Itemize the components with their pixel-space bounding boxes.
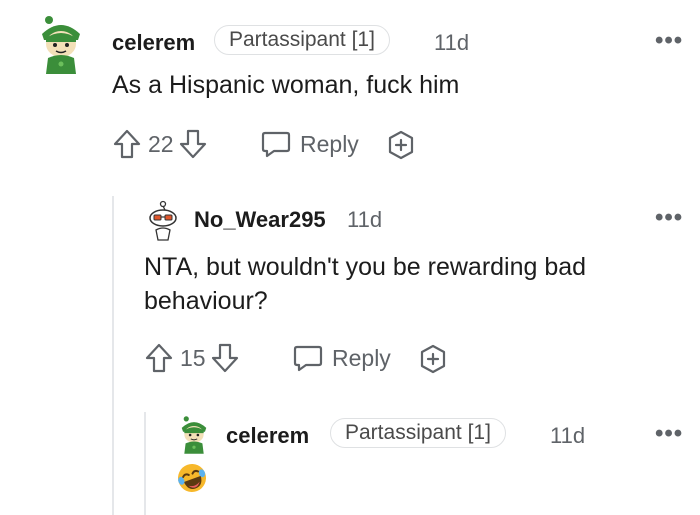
reply-icon [293, 345, 323, 372]
downvote-button[interactable] [178, 128, 208, 160]
more-options-button[interactable]: ••• [655, 204, 683, 232]
avatar[interactable] [38, 14, 84, 76]
upvote-icon [145, 343, 173, 373]
user-flair: Partassipant [1] [214, 25, 390, 55]
comment-username[interactable]: celerem [112, 30, 195, 56]
avatar-icon [42, 16, 80, 74]
avatar[interactable] [176, 415, 212, 455]
reply-button[interactable]: Reply [260, 130, 359, 158]
vote-bar: 15 [144, 342, 240, 374]
avatar[interactable] [144, 200, 182, 242]
emoji-text: 🤣 [176, 462, 177, 463]
upvote-button[interactable] [144, 342, 174, 374]
comment-timestamp[interactable]: 11d [434, 30, 469, 56]
vote-count: 15 [180, 344, 206, 371]
reply-button[interactable]: Reply [292, 344, 391, 372]
vote-bar: 22 [112, 128, 208, 160]
award-icon [388, 130, 414, 160]
award-button[interactable] [418, 344, 448, 374]
downvote-icon [211, 343, 238, 373]
comment-body-line: NTA, but wouldn't you be rewarding bad [144, 253, 587, 281]
emoji-icon [178, 464, 206, 492]
thread-line[interactable] [112, 196, 114, 515]
downvote-button[interactable] [210, 342, 240, 374]
more-options-button[interactable]: ••• [655, 420, 683, 448]
award-button[interactable] [386, 130, 416, 160]
avatar-icon [181, 416, 207, 454]
reply-label: Reply [332, 344, 391, 371]
more-options-button[interactable]: ••• [655, 27, 683, 55]
reply-label: Reply [300, 130, 359, 157]
downvote-icon [179, 129, 206, 159]
comment-timestamp[interactable]: 11d [347, 207, 382, 233]
comment-body: As a Hispanic woman, fuck him [112, 71, 460, 99]
upvote-button[interactable] [112, 128, 142, 160]
comment-username[interactable]: celerem [226, 423, 309, 449]
award-icon [420, 344, 446, 374]
upvote-icon [113, 129, 141, 159]
comment-body-line: behaviour? [144, 287, 268, 315]
avatar-icon [149, 200, 177, 241]
comment-timestamp[interactable]: 11d [550, 423, 585, 449]
vote-count: 22 [148, 130, 174, 157]
reply-icon [261, 131, 291, 158]
user-flair: Partassipant [1] [330, 418, 506, 448]
comment-username[interactable]: No_Wear295 [194, 207, 326, 233]
thread-line[interactable] [144, 412, 146, 515]
comment-body: 🤣 [176, 462, 208, 494]
